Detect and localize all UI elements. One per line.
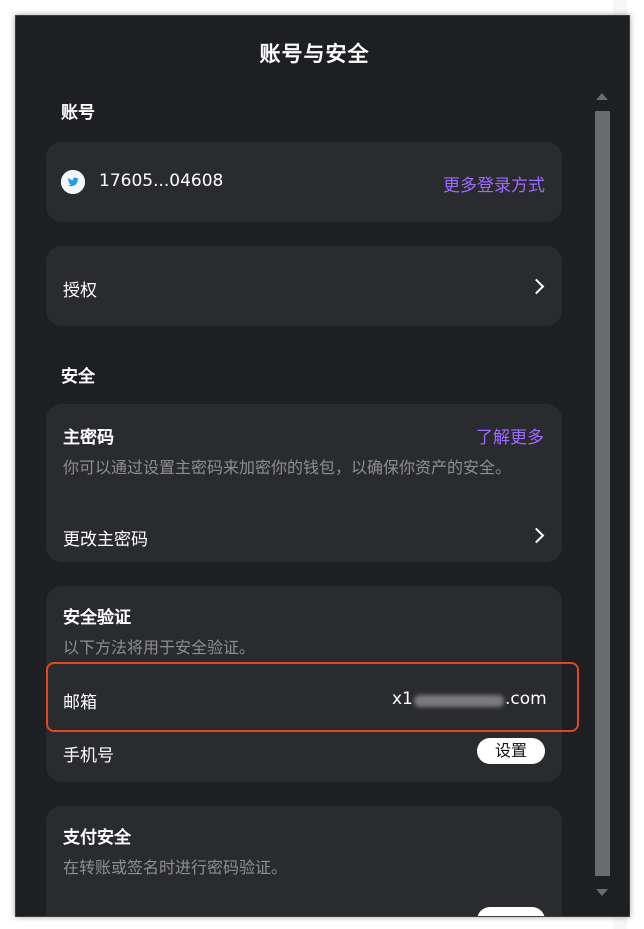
security-verification-description: 以下方法将用于安全验证。 — [63, 638, 256, 657]
account-card: 17605...04608 更多登录方式 — [46, 142, 562, 222]
authorization-label: 授权 — [63, 281, 97, 301]
change-master-password-label[interactable]: 更改主密码 — [63, 525, 148, 550]
scroll-up-arrow-icon[interactable] — [596, 93, 608, 100]
section-label-account: 账号 — [61, 103, 95, 123]
section-label-security: 安全 — [61, 367, 95, 387]
account-security-panel: 账号与安全 账号 17605...04608 更多登录方式 授权 安全 主密码 … — [15, 15, 630, 917]
scroll-down-arrow-icon[interactable] — [596, 889, 608, 896]
chevron-right-icon — [528, 278, 545, 295]
more-login-methods-link[interactable]: 更多登录方式 — [443, 171, 545, 196]
set-phone-button[interactable]: 设置 — [477, 738, 545, 764]
payment-security-description: 在转账或签名时进行密码验证。 — [63, 858, 288, 877]
payment-security-toggle[interactable] — [477, 907, 545, 916]
chevron-right-icon — [528, 527, 545, 544]
payment-security-title: 支付安全 — [63, 828, 131, 848]
master-password-card: 主密码 了解更多 你可以通过设置主密码来加密你的钱包，以确保你资产的安全。 更改… — [46, 404, 562, 562]
payment-security-card: 支付安全 在转账或签名时进行密码验证。 — [46, 806, 562, 916]
twitter-bird-icon — [61, 170, 85, 194]
email-row-highlight — [46, 662, 579, 732]
master-password-title: 主密码 — [63, 428, 114, 448]
settings-scroll-area[interactable]: 账号 17605...04608 更多登录方式 授权 安全 主密码 了解更多 你… — [16, 86, 592, 916]
scrollbar-thumb[interactable] — [595, 111, 610, 876]
master-password-description: 你可以通过设置主密码来加密你的钱包，以确保你资产的安全。 — [63, 458, 512, 477]
vertical-scrollbar[interactable] — [592, 86, 613, 916]
page-title: 账号与安全 — [259, 42, 370, 66]
account-id: 17605...04608 — [99, 171, 224, 191]
security-verification-title: 安全验证 — [63, 608, 131, 628]
learn-more-link[interactable]: 了解更多 — [476, 423, 544, 448]
phone-label: 手机号 — [63, 746, 114, 766]
authorization-row[interactable]: 授权 — [46, 246, 562, 326]
